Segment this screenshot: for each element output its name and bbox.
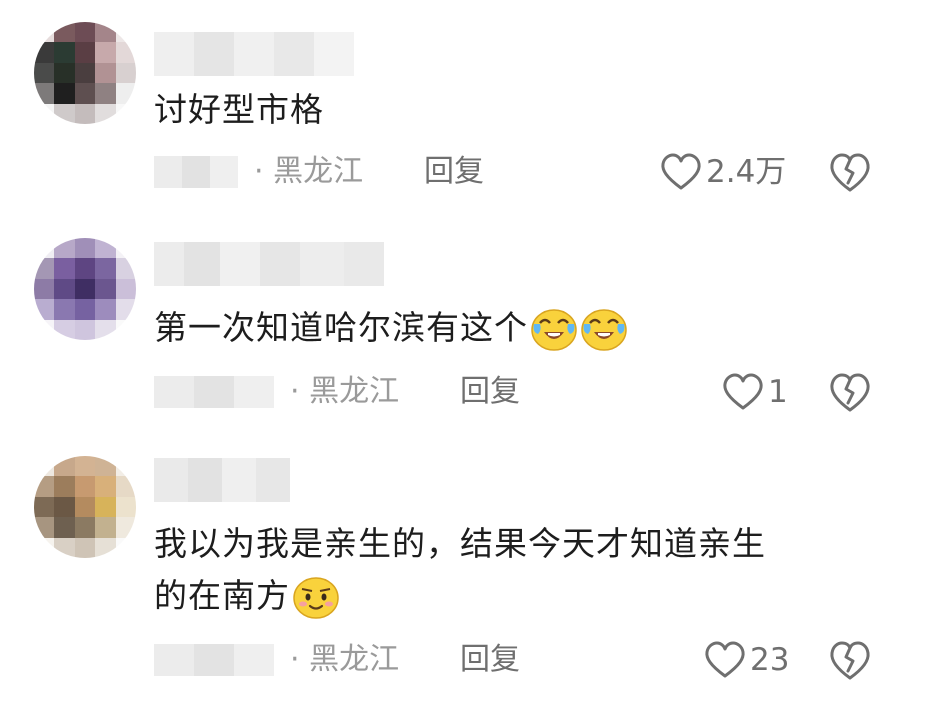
- reply-button[interactable]: 回复: [424, 150, 484, 194]
- crying-laughing-emoji: [531, 308, 577, 351]
- comment-meta: · 黑龙江 回复 1: [154, 370, 914, 414]
- heart-outline-icon: [661, 153, 701, 190]
- username-blurred[interactable]: [154, 32, 354, 76]
- comment-text-line1: 我以为我是亲生的，结果今天才知道亲生: [154, 524, 766, 563]
- separator: ·: [290, 374, 300, 409]
- like-button[interactable]: 23: [704, 638, 789, 682]
- crying-laughing-emoji: [581, 308, 627, 351]
- separator: ·: [254, 154, 264, 189]
- comment-meta: · 黑龙江 回复 2.4万: [154, 150, 914, 194]
- like-count: 23: [750, 642, 790, 678]
- avatar[interactable]: [34, 22, 136, 124]
- sub-username-blurred: [154, 376, 274, 408]
- username-blurred[interactable]: [154, 458, 290, 502]
- broken-heart-icon[interactable]: [828, 152, 872, 194]
- reply-button[interactable]: 回复: [460, 370, 520, 414]
- like-count: 2.4万: [706, 154, 787, 190]
- comment-text-line2: 的在南方: [154, 576, 290, 615]
- location-label: · 黑龙江: [290, 638, 399, 682]
- location-label: · 黑龙江: [290, 370, 399, 414]
- avatar[interactable]: [34, 456, 136, 558]
- location-text: 黑龙江: [309, 642, 400, 677]
- location-text: 黑龙江: [309, 374, 400, 409]
- like-button[interactable]: 1: [722, 370, 788, 414]
- reply-button[interactable]: 回复: [460, 638, 520, 682]
- sub-username-blurred: [154, 644, 274, 676]
- comment-text: 我以为我是亲生的，结果今天才知道亲生 的在南方: [154, 518, 894, 622]
- comment-text: 讨好型市格: [154, 90, 324, 129]
- like-count: 1: [768, 374, 788, 410]
- username-blurred[interactable]: [154, 242, 384, 286]
- broken-heart-icon[interactable]: [828, 372, 872, 414]
- comment-text: 第一次知道哈尔滨有这个: [154, 302, 894, 354]
- heart-outline-icon: [705, 641, 745, 678]
- comment-text-content: 第一次知道哈尔滨有这个: [154, 308, 528, 347]
- broken-heart-icon[interactable]: [828, 640, 872, 682]
- heart-outline-icon: [723, 373, 763, 410]
- shy-smile-emoji: [293, 576, 339, 619]
- avatar[interactable]: [34, 238, 136, 340]
- like-button[interactable]: 2.4万: [660, 150, 786, 194]
- comment-meta: · 黑龙江 回复 23: [154, 638, 914, 682]
- location-label: · 黑龙江: [254, 150, 363, 194]
- separator: ·: [290, 642, 300, 677]
- sub-username-blurred: [154, 156, 238, 188]
- location-text: 黑龙江: [273, 154, 364, 189]
